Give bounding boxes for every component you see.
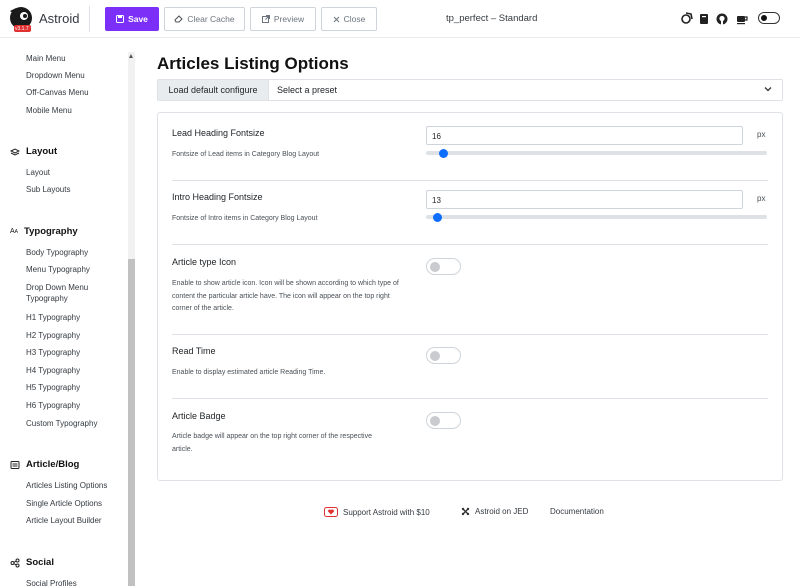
close-icon (333, 16, 339, 22)
intro-heading-unit: px (757, 194, 766, 203)
intro-heading-desc: Fontsize of Intro items in Category Blog… (172, 215, 318, 222)
preset-bar: Load default configure Select a preset (157, 79, 783, 101)
layout-icon (10, 147, 20, 156)
book-icon[interactable] (697, 12, 711, 26)
lead-heading-label: Lead Heading Fontsize (172, 128, 265, 138)
intro-heading-input[interactable]: 13 (426, 190, 743, 209)
eraser-icon (174, 15, 184, 23)
article-badge-label: Article Badge (172, 411, 226, 421)
brand-name: Astroid (39, 11, 80, 26)
lead-heading-slider-thumb[interactable] (439, 148, 449, 158)
rocket-icon[interactable] (679, 12, 693, 26)
sidebar-scrollbar-thumb[interactable] (128, 259, 135, 586)
scroll-up-arrow-icon[interactable] (129, 54, 133, 58)
sidebar-item-mobile-menu[interactable]: Mobile Menu (26, 105, 72, 116)
lead-heading-input[interactable]: 16 (426, 126, 743, 145)
sidebar-item-dropdown-typography[interactable]: Drop Down Menu Typography (26, 282, 106, 304)
sidebar-item-articles-listing[interactable]: Articles Listing Options (26, 480, 107, 491)
sidebar-item-h5-typography[interactable]: H5 Typography (26, 382, 80, 393)
sidebar-item-main-menu[interactable]: Main Menu (26, 53, 66, 64)
group-title-typography: Typography (24, 226, 78, 237)
support-link[interactable]: Support Astroid with $10 (324, 507, 430, 517)
sidebar-item-layout[interactable]: Layout (26, 167, 50, 178)
save-button[interactable]: Save (105, 7, 159, 31)
article-icon (10, 460, 20, 469)
intro-heading-slider[interactable] (426, 215, 767, 219)
sidebar-item-h2-typography[interactable]: H2 Typography (26, 330, 80, 341)
group-title-layout: Layout (26, 146, 58, 157)
preview-label: Preview (273, 14, 305, 24)
toggle-knob (430, 416, 440, 426)
external-link-icon (261, 15, 270, 23)
intro-heading-label: Intro Heading Fontsize (172, 192, 263, 202)
documentation-link[interactable]: Documentation (550, 507, 604, 516)
coffee-icon[interactable] (735, 12, 749, 26)
sidebar-item-custom-typography[interactable]: Custom Typography (26, 418, 97, 429)
sidebar-group-layout: Layout (10, 146, 57, 157)
article-badge-toggle[interactable] (426, 412, 461, 429)
sidebar-item-article-layout-builder[interactable]: Article Layout Builder (26, 515, 102, 526)
jed-link[interactable]: Astroid on JED (461, 507, 528, 516)
sidebar-item-h4-typography[interactable]: H4 Typography (26, 365, 80, 376)
top-bar: v3.1.7 Astroid Save Clear Cache Preview … (0, 0, 800, 38)
sidebar-group-social: Social (10, 557, 54, 568)
joomla-icon (461, 507, 470, 516)
load-default-button[interactable]: Load default configure (158, 80, 269, 100)
sidebar-item-h1-typography[interactable]: H1 Typography (26, 312, 80, 323)
preset-select[interactable]: Select a preset (277, 85, 337, 95)
template-name: tp_perfect – Standard (446, 13, 538, 24)
sidebar-group-article-blog: Article/Blog (10, 459, 79, 470)
article-type-icon-toggle[interactable] (426, 258, 461, 275)
jed-label: Astroid on JED (475, 507, 529, 516)
typography-icon: AA (10, 228, 19, 235)
documentation-label: Documentation (550, 507, 604, 516)
chevron-down-icon[interactable] (764, 86, 772, 92)
field-divider (172, 244, 768, 245)
group-title-social: Social (26, 557, 54, 568)
share-icon (10, 558, 20, 567)
sidebar: Main Menu Dropdown Menu Off-Canvas Menu … (0, 38, 137, 586)
group-title-article-blog: Article/Blog (26, 459, 80, 470)
lead-heading-unit: px (757, 130, 766, 139)
article-badge-desc: Article badge will appear on the top rig… (172, 433, 373, 453)
header-divider (89, 6, 90, 32)
clear-cache-label: Clear Cache (187, 14, 235, 24)
clear-cache-button[interactable]: Clear Cache (164, 7, 245, 31)
sidebar-item-menu-typography[interactable]: Menu Typography (26, 264, 90, 275)
toggle-knob (430, 351, 440, 361)
toggle-knob (430, 262, 440, 272)
version-badge: v3.1.7 (15, 26, 29, 32)
sidebar-item-off-canvas-menu[interactable]: Off-Canvas Menu (26, 87, 89, 98)
close-button[interactable]: Close (321, 7, 377, 31)
save-label: Save (128, 14, 148, 24)
sidebar-item-single-article[interactable]: Single Article Options (26, 498, 102, 509)
read-time-label: Read Time (172, 346, 216, 356)
sidebar-item-h3-typography[interactable]: H3 Typography (26, 347, 80, 358)
heart-icon (324, 507, 338, 517)
read-time-toggle[interactable] (426, 347, 461, 364)
sidebar-item-social-profiles[interactable]: Social Profiles (26, 578, 77, 586)
read-time-desc: Enable to display estimated article Read… (172, 369, 326, 376)
save-icon (116, 15, 125, 23)
sun-icon (761, 15, 767, 21)
close-label: Close (343, 14, 366, 24)
theme-toggle[interactable] (758, 12, 780, 24)
field-divider (172, 180, 768, 181)
github-icon[interactable] (715, 12, 729, 26)
support-label: Support Astroid with $10 (343, 507, 430, 517)
field-divider (172, 398, 768, 399)
field-divider (172, 334, 768, 335)
preview-button[interactable]: Preview (250, 7, 316, 31)
lead-heading-slider[interactable] (426, 151, 767, 155)
article-type-icon-label: Article type Icon (172, 257, 237, 267)
intro-heading-slider-thumb[interactable] (432, 212, 442, 222)
sidebar-item-dropdown-menu[interactable]: Dropdown Menu (26, 70, 85, 81)
article-type-icon-desc: Enable to show article icon. Icon will b… (172, 280, 399, 312)
sidebar-group-typography: AA Typography (10, 226, 78, 237)
sidebar-item-h6-typography[interactable]: H6 Typography (26, 400, 80, 411)
sidebar-item-sub-layouts[interactable]: Sub Layouts (26, 184, 70, 195)
sidebar-item-body-typography[interactable]: Body Typography (26, 247, 88, 258)
page-title: Articles Listing Options (157, 54, 349, 73)
lead-heading-desc: Fontsize of Lead items in Category Blog … (172, 151, 320, 158)
